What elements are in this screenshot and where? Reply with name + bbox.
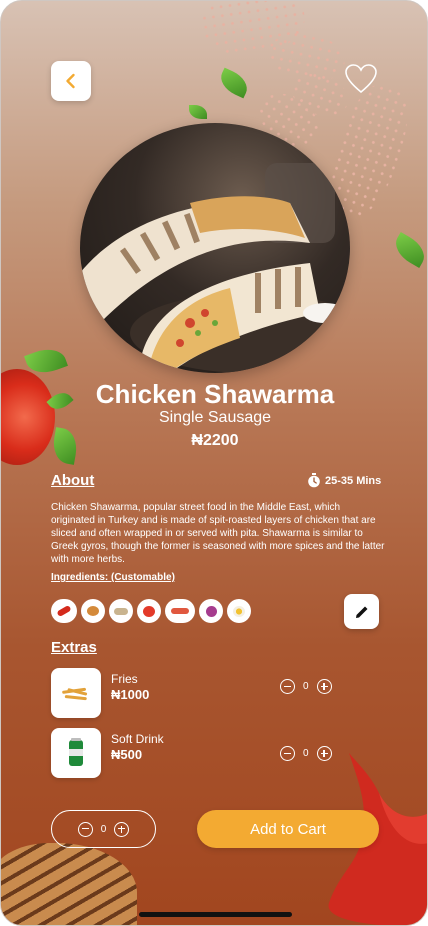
product-title: Chicken Shawarma [95, 379, 335, 409]
extra-quantity-stepper: 0 [280, 679, 332, 694]
home-indicator [139, 912, 292, 917]
decrement-button[interactable] [77, 821, 93, 837]
quantity-stepper: 0 [51, 810, 156, 848]
stopwatch-icon [308, 473, 320, 488]
ingredient-onion[interactable] [199, 599, 223, 623]
ingredient-chili-pepper[interactable] [51, 599, 77, 623]
decrement-button[interactable] [280, 679, 295, 694]
basil-leaf-decoration [216, 67, 252, 99]
chili-pepper-icon [56, 604, 72, 618]
extra-quantity: 0 [303, 681, 309, 692]
decrement-button[interactable] [280, 746, 295, 761]
rice-icon [114, 607, 128, 615]
tomato-icon [143, 605, 155, 617]
extra-price: ₦1000 [111, 687, 150, 702]
sausage-icon [171, 608, 189, 614]
prep-time: 25-35 Mins [307, 473, 381, 488]
soda-can-icon [69, 738, 83, 766]
edit-ingredients-button[interactable] [344, 594, 379, 629]
increment-button[interactable] [114, 821, 130, 837]
increment-button[interactable] [316, 679, 332, 694]
back-button[interactable] [51, 61, 91, 101]
onion-icon [205, 605, 217, 617]
add-to-cart-button[interactable]: Add to Cart [197, 810, 379, 848]
quantity-controls: 0 [77, 821, 130, 837]
basil-leaf-decoration [189, 105, 207, 119]
egg-icon [233, 605, 245, 617]
chevron-left-icon [66, 73, 75, 89]
extra-quantity: 0 [303, 748, 309, 759]
pencil-icon [355, 604, 369, 618]
extra-name: Fries [111, 672, 138, 686]
shawarma-illustration [80, 163, 350, 373]
product-price: ₦2200 [191, 432, 239, 449]
extra-price: ₦500 [111, 747, 143, 762]
quantity-value: 0 [100, 823, 107, 835]
ingredients-list [51, 599, 251, 623]
extra-name: Soft Drink [111, 732, 164, 746]
ingredient-sausage[interactable] [165, 599, 195, 623]
chicken-icon [87, 606, 99, 616]
product-detail-screen: Chicken Shawarma Single Sausage ₦2200 Ab… [0, 0, 428, 926]
extra-image-soft-drink [51, 728, 101, 778]
ingredients-heading: Ingredients: (Customable) [51, 572, 175, 583]
fries-icon [62, 687, 88, 701]
about-description: Chicken Shawarma, popular street food in… [51, 502, 385, 565]
ingredient-tomato[interactable] [137, 599, 161, 623]
basil-leaf-decoration [389, 231, 427, 269]
prep-time-label: 25-35 Mins [325, 474, 382, 487]
grilled-chicken-decoration [1, 843, 137, 925]
product-variant: Single Sausage [158, 409, 272, 426]
product-image [80, 123, 350, 373]
extra-image-fries [51, 668, 101, 718]
about-heading: About [51, 472, 95, 489]
extras-heading: Extras [51, 639, 97, 656]
ingredient-egg[interactable] [227, 599, 251, 623]
ingredient-chicken[interactable] [81, 599, 105, 623]
favorite-button[interactable] [344, 63, 378, 95]
heart-icon [345, 64, 377, 94]
ingredient-rice[interactable] [109, 599, 133, 623]
